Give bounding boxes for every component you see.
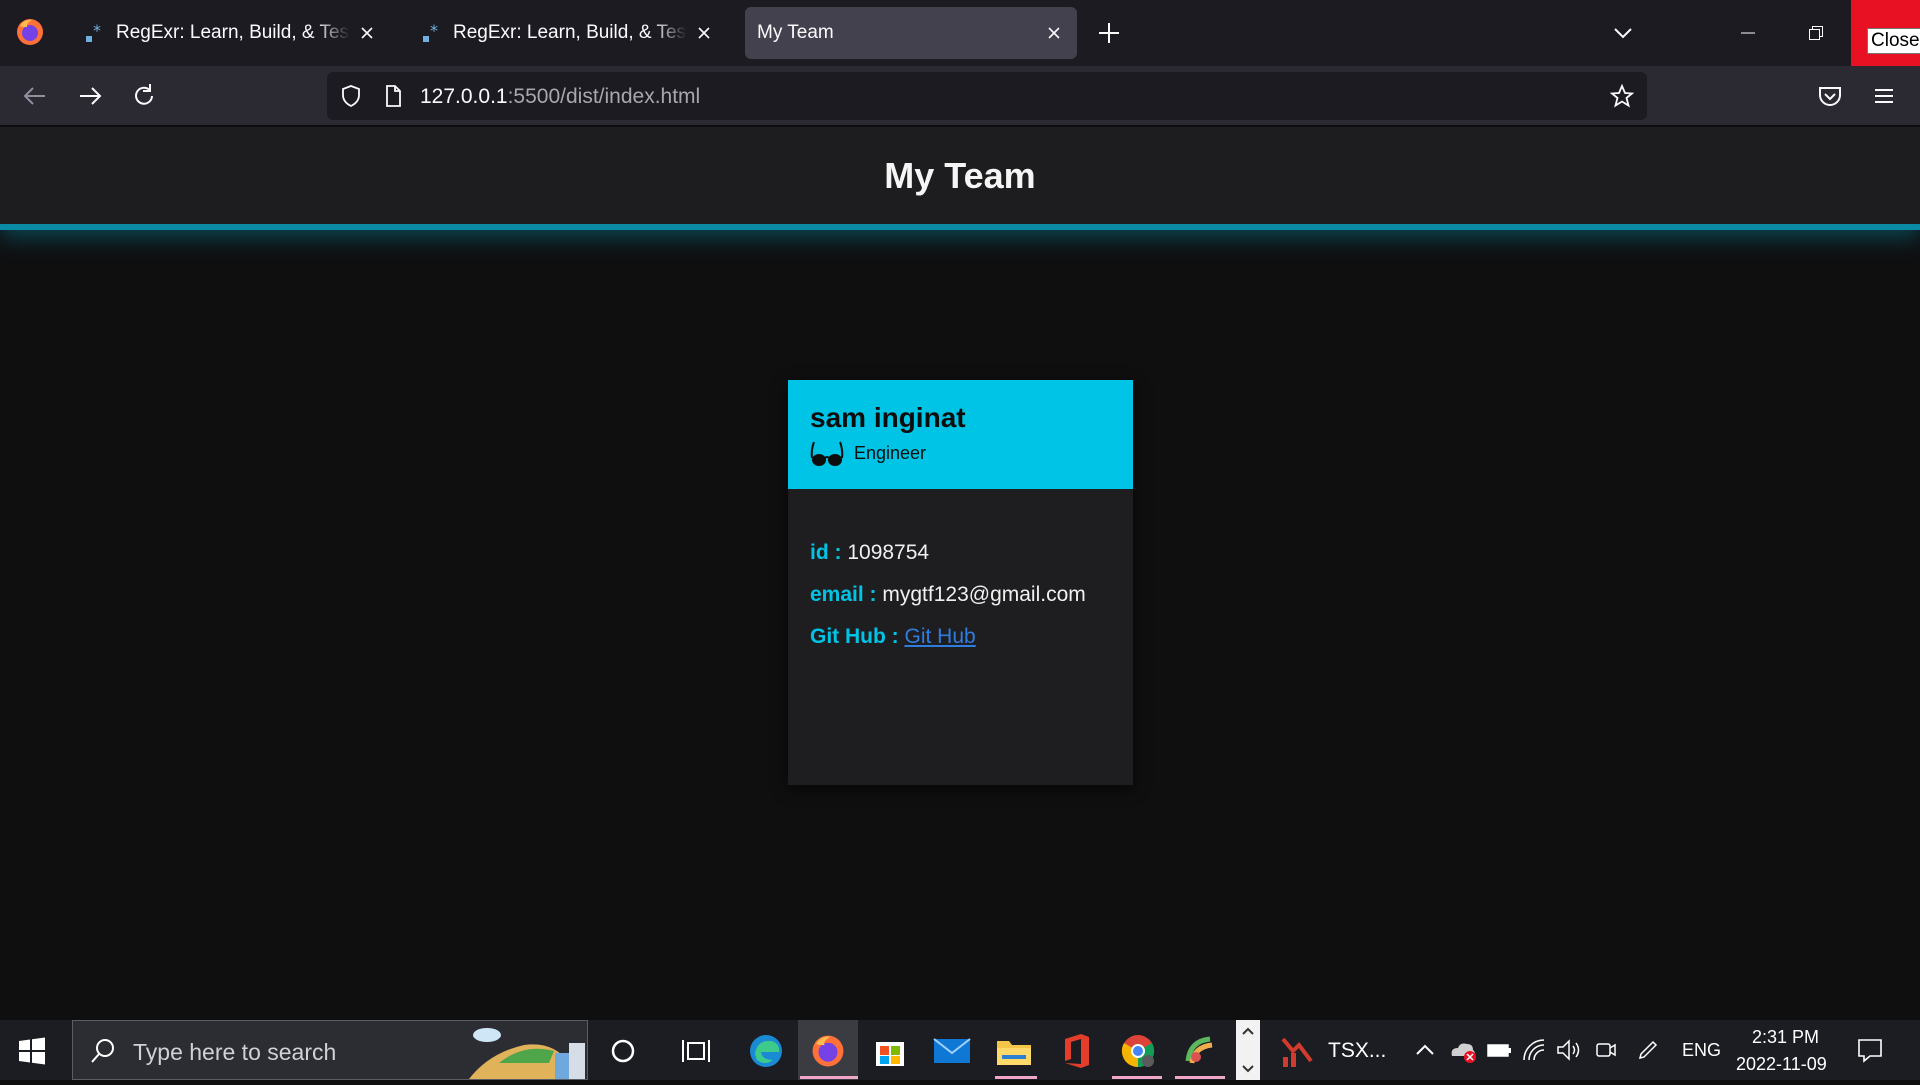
tsx-app-label[interactable]: TSX... <box>1328 1039 1386 1063</box>
browser-nav-bar: 127.0.0.1:5500/dist/index.html <box>0 66 1920 126</box>
tab-close-icon[interactable] <box>1043 22 1065 44</box>
tab-regexr-2[interactable]: * RegExr: Learn, Build, & Test RegEx <box>409 7 727 59</box>
clock-date[interactable]: 2022-11-09 <box>1736 1054 1827 1075</box>
page-title: My Team <box>884 154 1036 196</box>
github-label: Git Hub : <box>810 625 899 648</box>
tab-label: My Team <box>757 22 834 43</box>
pen-ink-icon[interactable] <box>1636 1038 1660 1062</box>
windows-taskbar: Type here to search TSX... ENG 2:31 PM 2… <box>0 1020 1920 1080</box>
mail-icon[interactable] <box>933 1032 971 1070</box>
tab-close-icon[interactable] <box>693 22 715 44</box>
microsoft-store-icon[interactable] <box>871 1032 909 1070</box>
firefox-menu-icon[interactable] <box>14 16 46 48</box>
chrome-running-indicator <box>1112 1076 1162 1079</box>
regexr-favicon-icon: * <box>86 22 101 42</box>
search-highlight-illustration-icon <box>469 1028 585 1079</box>
action-center-icon[interactable] <box>1856 1036 1884 1064</box>
github-link[interactable]: Git Hub <box>905 625 976 648</box>
page-viewport: My Team sam inginat Engineer id : 109875… <box>0 127 1920 1020</box>
hamburger-menu-icon[interactable] <box>1870 82 1898 110</box>
email-row: email : mygtf123@gmail.com <box>810 583 1111 607</box>
meet-now-icon[interactable] <box>1594 1038 1618 1062</box>
restore-icon <box>1809 26 1823 40</box>
id-value: 1098754 <box>847 541 930 564</box>
battery-icon[interactable] <box>1486 1040 1512 1060</box>
team-member-card: sam inginat Engineer id : 1098754 email … <box>788 380 1133 785</box>
taskbar-overflow-scroller[interactable] <box>1236 1020 1260 1080</box>
svg-text:*: * <box>430 22 438 40</box>
tab-regexr-1[interactable]: * RegExr: Learn, Build, & Test RegEx <box>72 7 390 59</box>
restore-button[interactable] <box>1783 0 1849 66</box>
address-bar[interactable]: 127.0.0.1:5500/dist/index.html <box>327 72 1647 120</box>
github-row: Git Hub : Git Hub <box>810 625 1111 649</box>
tsx-app-icon[interactable] <box>1280 1032 1318 1070</box>
tab-close-icon[interactable] <box>356 22 378 44</box>
email-value: mygtf123@gmail.com <box>882 583 1086 606</box>
glasses-icon <box>810 441 844 466</box>
tracking-shield-icon[interactable] <box>339 84 363 108</box>
new-tab-plus-icon[interactable] <box>1096 20 1122 46</box>
close-tooltip: Close <box>1867 28 1920 54</box>
card-body: id : 1098754 email : mygtf123@gmail.com … <box>788 489 1133 649</box>
reload-icon[interactable] <box>130 82 158 110</box>
url-text: 127.0.0.1:5500/dist/index.html <box>420 85 700 109</box>
svg-text:*: * <box>93 22 101 40</box>
chrome-icon[interactable] <box>1119 1032 1157 1070</box>
browser-tab-bar: * RegExr: Learn, Build, & Test RegEx * R… <box>0 0 1920 66</box>
email-label: email : <box>810 583 877 606</box>
page-header: My Team <box>0 127 1920 230</box>
id-label: id : <box>810 541 842 564</box>
tab-my-team[interactable]: My Team <box>745 7 1077 59</box>
minimize-icon <box>1741 32 1755 34</box>
edge-browser-icon[interactable] <box>747 1032 785 1070</box>
wifi-icon[interactable] <box>1522 1038 1546 1062</box>
bookmark-star-icon[interactable] <box>1610 84 1634 108</box>
minimize-button[interactable] <box>1715 0 1781 66</box>
url-path: :5500/dist/index.html <box>507 85 701 108</box>
search-icon <box>91 1039 114 1063</box>
page-info-icon[interactable] <box>381 84 405 108</box>
app-running-indicator <box>1175 1076 1225 1079</box>
tab-label: RegExr: Learn, Build, & Test RegEx <box>453 22 687 43</box>
id-row: id : 1098754 <box>810 541 1111 565</box>
role-row: Engineer <box>810 438 1111 468</box>
show-hidden-icons-chevron-icon[interactable] <box>1414 1042 1436 1058</box>
url-host: 127.0.0.1 <box>420 85 508 108</box>
firefox-taskbar-icon[interactable] <box>809 1032 847 1070</box>
card-header: sam inginat Engineer <box>788 380 1133 489</box>
volume-icon[interactable] <box>1556 1038 1582 1062</box>
member-name: sam inginat <box>810 402 966 433</box>
explorer-running-indicator <box>995 1076 1037 1079</box>
pocket-icon[interactable] <box>1816 82 1844 110</box>
back-arrow-icon[interactable] <box>21 82 49 110</box>
taskbar-search-box[interactable]: Type here to search <box>72 1020 588 1080</box>
search-placeholder: Type here to search <box>133 1039 337 1065</box>
cortana-icon[interactable] <box>604 1032 642 1070</box>
firefox-running-indicator <box>800 1076 858 1079</box>
onedrive-error-icon[interactable] <box>1448 1038 1478 1064</box>
file-explorer-icon[interactable] <box>995 1032 1033 1070</box>
language-indicator[interactable]: ENG <box>1682 1040 1721 1061</box>
task-view-icon[interactable] <box>677 1032 715 1070</box>
forward-arrow-icon[interactable] <box>76 82 104 110</box>
clock-time[interactable]: 2:31 PM <box>1752 1027 1819 1048</box>
regexr-favicon-icon: * <box>423 22 438 42</box>
member-role: Engineer <box>854 442 927 463</box>
tab-label: RegExr: Learn, Build, & Test RegEx <box>116 22 350 43</box>
scroll-chevrons-icon <box>1242 1027 1254 1073</box>
mixed-app-icon[interactable] <box>1181 1032 1219 1070</box>
office-icon[interactable] <box>1057 1032 1095 1070</box>
list-all-tabs-chevron-icon[interactable] <box>1612 22 1634 44</box>
windows-start-icon[interactable] <box>18 1037 46 1065</box>
